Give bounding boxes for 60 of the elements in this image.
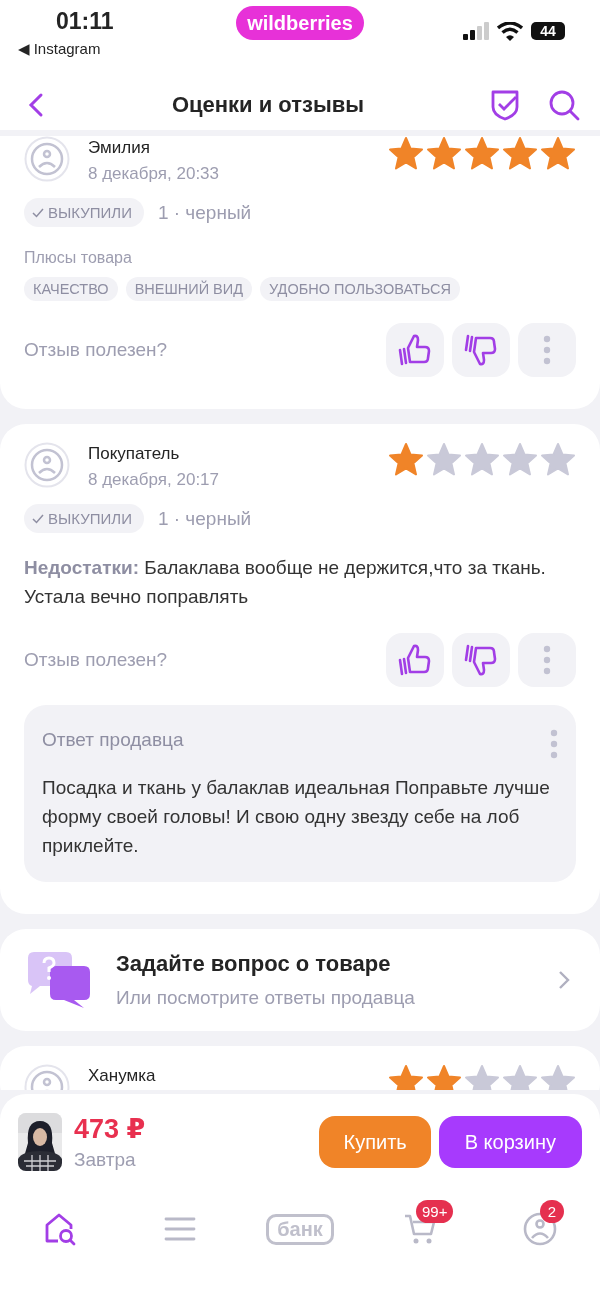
star-icon <box>502 442 538 476</box>
star-icon <box>540 1064 576 1090</box>
star-icon <box>464 136 500 170</box>
search-icon[interactable] <box>548 89 580 121</box>
star-icon <box>388 136 424 170</box>
thumbs-down-icon <box>464 644 498 676</box>
star-icon <box>388 442 424 476</box>
delivery-date: Завтра <box>74 1149 137 1171</box>
star-icon <box>464 1064 500 1090</box>
count-badge: 99+ <box>416 1200 454 1223</box>
pros-tag: УДОБНО ПОЛЬЗОВАТЬСЯ <box>260 277 460 301</box>
star-icon <box>502 136 538 170</box>
star-icon <box>426 442 462 476</box>
count-badge: 2 <box>540 1200 564 1223</box>
page-title: Оценки и отзывы <box>170 92 366 118</box>
like-button[interactable] <box>386 323 444 377</box>
purchased-badge: ВЫКУПИЛИ <box>24 198 144 227</box>
purchased-badge: ВЫКУПИЛИ <box>24 504 144 533</box>
star-icon <box>502 1064 538 1090</box>
review-date: 8 декабря, 20:17 <box>88 470 220 490</box>
thumbs-up-icon <box>398 644 432 676</box>
thumbs-up-icon <box>398 334 432 366</box>
variant-text: 1 · черный <box>157 507 252 530</box>
seller-reply-text: Посадка и ткань у балаклав идеальная Поправьте лучше форму своей головы! И свою одну звезду себе на лоб приклейте. <box>42 776 551 858</box>
helpful-question: Отзыв полезен? <box>24 339 169 361</box>
review-text: Недостатки: Балаклава вообще не держится,что за ткань. Устала вечно поправлять <box>24 556 547 609</box>
dislike-button[interactable] <box>452 323 510 377</box>
helpful-question: Отзыв полезен? <box>24 649 169 671</box>
question-title: Задайте вопрос о товаре <box>116 951 392 977</box>
wifi-icon <box>497 22 523 41</box>
author-name: Покупатель <box>88 444 181 464</box>
product-price: 473 ₽ <box>74 1113 147 1145</box>
author-name: Ханумка <box>88 1066 157 1086</box>
back-to-app-link[interactable]: ◀ Instagram <box>18 40 101 58</box>
review-date: 8 декабря, 20:33 <box>88 164 220 184</box>
seller-reply-title: Ответ продавца <box>42 729 184 752</box>
pros-label: Плюсы товара <box>24 249 133 267</box>
variant-text: 1 · черный <box>157 201 252 224</box>
avatar-icon <box>24 442 70 488</box>
author-name: Эмилия <box>88 138 151 158</box>
status-time: 01:11 <box>56 8 114 35</box>
pros-tag: КАЧЕСТВО <box>24 277 118 301</box>
buy-button[interactable]: Купить <box>319 1116 431 1168</box>
star-icon <box>540 442 576 476</box>
thumbs-down-icon <box>464 334 498 366</box>
signal-icon <box>462 22 490 40</box>
pros-tag: ВНЕШНИЙ ВИД <box>125 277 252 301</box>
add-to-cart-button[interactable]: В корзину <box>438 1116 582 1168</box>
app-badge: wildberries <box>236 6 364 40</box>
like-button[interactable] <box>386 633 444 687</box>
dislike-button[interactable] <box>452 633 510 687</box>
star-icon <box>426 136 462 170</box>
star-icon <box>540 136 576 170</box>
star-icon <box>426 1064 462 1090</box>
battery-icon: 44 <box>531 22 565 40</box>
star-icon <box>388 1064 424 1090</box>
ask-question-card[interactable]: Задайте вопрос о товаре Или посмотрите ответы продавца <box>0 929 600 1031</box>
shield-check-icon[interactable] <box>490 89 520 121</box>
question-subtitle: Или посмотрите ответы продавца <box>116 987 416 1009</box>
star-icon <box>464 442 500 476</box>
